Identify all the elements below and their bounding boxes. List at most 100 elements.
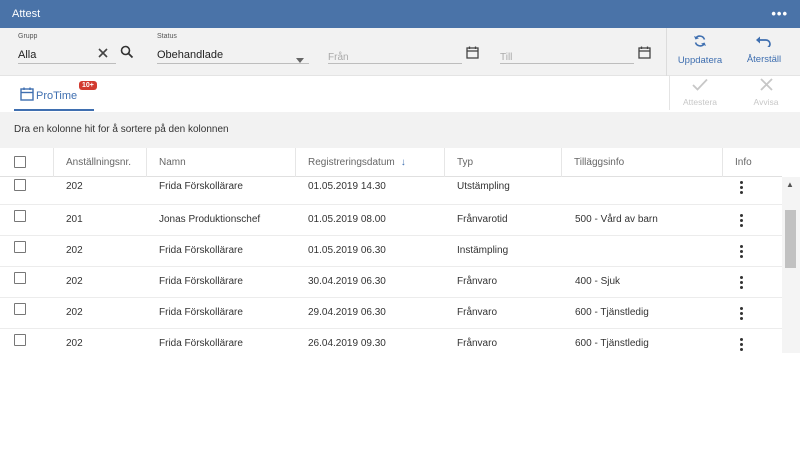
approve-label: Attestera: [682, 97, 718, 107]
title-bar: Attest •••: [0, 0, 800, 28]
vertical-scrollbar[interactable]: ▲: [782, 177, 800, 353]
cell-name: Jonas Produktionschef: [159, 214, 261, 225]
group-value[interactable]: Alla: [18, 49, 36, 61]
table-row[interactable]: 202 Frida Förskollärare 01.05.2019 06.30…: [0, 236, 782, 267]
more-vertical-icon[interactable]: [737, 245, 747, 259]
clear-icon[interactable]: [97, 46, 109, 64]
more-vertical-icon[interactable]: [737, 276, 747, 290]
column-header-type[interactable]: Typ: [445, 148, 562, 177]
tab-protime[interactable]: ProTime 10+: [14, 76, 97, 111]
cell-employee-no: 201: [66, 214, 83, 225]
reset-label: Återställ: [746, 54, 782, 65]
column-header-registration-date[interactable]: Registreringsdatum ↓: [296, 148, 445, 177]
cell-employee-no: 202: [66, 307, 83, 318]
close-icon: [759, 78, 773, 95]
group-by-panel[interactable]: Dra en kolonne hit for å sortere på den …: [0, 112, 800, 148]
select-all-checkbox[interactable]: [14, 156, 26, 168]
sort-descending-icon: ↓: [400, 157, 406, 168]
cell-date: 01.05.2019 14.30: [308, 181, 386, 192]
to-date-field[interactable]: Till: [500, 28, 634, 76]
cell-type: Frånvaro: [457, 338, 498, 349]
more-vertical-icon[interactable]: [737, 307, 747, 321]
grid-header: Anställningsnr. Namn Registreringsdatum ↓…: [0, 148, 782, 177]
cell-employee-no: 202: [66, 245, 83, 256]
table-row[interactable]: 202 Frida Förskollärare 29.04.2019 06.30…: [0, 298, 782, 329]
cell-date: 01.05.2019 08.00: [308, 214, 386, 225]
divider: [666, 28, 667, 76]
status-value[interactable]: Obehandlade: [157, 49, 223, 61]
to-underline: [500, 63, 634, 64]
more-vertical-icon[interactable]: [737, 338, 747, 352]
more-horizontal-icon[interactable]: •••: [771, 7, 788, 20]
row-checkbox[interactable]: [14, 303, 26, 315]
row-checkbox[interactable]: [14, 210, 26, 222]
from-placeholder: Från: [328, 52, 349, 63]
column-header-employee-no[interactable]: Anställningsnr.: [54, 148, 147, 177]
cell-date: 30.04.2019 06.30: [308, 276, 386, 287]
column-label: Info: [735, 157, 752, 168]
column-header-info[interactable]: Info: [723, 148, 782, 177]
cell-additional-info: 400 - Sjuk: [575, 276, 621, 287]
more-vertical-icon[interactable]: [737, 214, 747, 228]
cell-type: Frånvaro: [457, 307, 498, 318]
check-icon: [692, 78, 708, 95]
refresh-icon: [693, 35, 707, 52]
scroll-up-icon[interactable]: ▲: [786, 180, 794, 189]
column-label: Tilläggsinfo: [574, 157, 625, 168]
cell-name: Frida Förskollärare: [159, 245, 243, 256]
column-label: Namn: [159, 157, 186, 168]
cell-employee-no: 202: [66, 276, 83, 287]
approve-button[interactable]: Attestera: [670, 78, 730, 110]
notification-badge: 10+: [79, 81, 97, 90]
status-label: Status: [157, 33, 177, 40]
refresh-label: Uppdatera: [677, 55, 723, 66]
more-vertical-icon[interactable]: [737, 181, 747, 195]
cell-name: Frida Förskollärare: [159, 338, 243, 349]
cell-date: 01.05.2019 06.30: [308, 245, 386, 256]
undo-icon: [756, 34, 772, 51]
tab-label: ProTime: [36, 90, 78, 102]
from-underline: [328, 63, 462, 64]
cell-type: Frånvaro: [457, 276, 498, 287]
column-header-name[interactable]: Namn: [147, 148, 296, 177]
cell-type: Utstämpling: [457, 181, 510, 192]
window-title: Attest: [12, 8, 41, 20]
status-underline: [157, 63, 309, 64]
table-row[interactable]: 202 Frida Förskollärare 01.05.2019 14.30…: [0, 174, 782, 205]
from-date-field[interactable]: Från: [328, 28, 462, 76]
reject-label: Avvisa: [753, 97, 779, 107]
dropdown-arrow-icon[interactable]: [296, 50, 304, 68]
select-all-cell: [0, 148, 54, 177]
cell-additional-info: 500 - Vård av barn: [575, 214, 658, 225]
scrollbar-thumb[interactable]: [785, 210, 796, 268]
column-header-additional-info[interactable]: Tilläggsinfo: [562, 148, 723, 177]
cell-employee-no: 202: [66, 338, 83, 349]
cell-additional-info: 600 - Tjänstledig: [575, 338, 649, 349]
search-icon[interactable]: [120, 45, 134, 64]
calendar-icon[interactable]: [638, 46, 651, 64]
column-label: Anställningsnr.: [66, 157, 132, 168]
row-checkbox[interactable]: [14, 179, 26, 191]
column-label: Typ: [457, 157, 474, 168]
calendar-icon[interactable]: [466, 46, 479, 64]
reject-button[interactable]: Avvisa: [736, 78, 796, 110]
table-row[interactable]: 201 Jonas Produktionschef 01.05.2019 08.…: [0, 205, 782, 236]
row-checkbox[interactable]: [14, 272, 26, 284]
cell-additional-info: 600 - Tjänstledig: [575, 307, 649, 318]
group-by-hint: Dra en kolonne hit for å sortere på den …: [14, 124, 229, 135]
cell-name: Frida Förskollärare: [159, 307, 243, 318]
table-row[interactable]: 202 Frida Förskollärare 30.04.2019 06.30…: [0, 267, 782, 298]
cell-name: Frida Förskollärare: [159, 276, 243, 287]
table-row[interactable]: 202 Frida Förskollärare 26.04.2019 09.30…: [0, 329, 782, 353]
status-select[interactable]: Status Obehandlade: [157, 28, 309, 76]
cell-date: 29.04.2019 06.30: [308, 307, 386, 318]
to-placeholder: Till: [500, 52, 513, 63]
refresh-button[interactable]: Uppdatera: [670, 34, 730, 70]
calendar-icon: [20, 87, 34, 106]
group-label: Grupp: [18, 33, 38, 40]
row-checkbox[interactable]: [14, 241, 26, 253]
cell-name: Frida Förskollärare: [159, 181, 243, 192]
reset-button[interactable]: Återställ: [734, 34, 794, 70]
column-label: Registreringsdatum: [308, 157, 395, 168]
row-checkbox[interactable]: [14, 334, 26, 346]
